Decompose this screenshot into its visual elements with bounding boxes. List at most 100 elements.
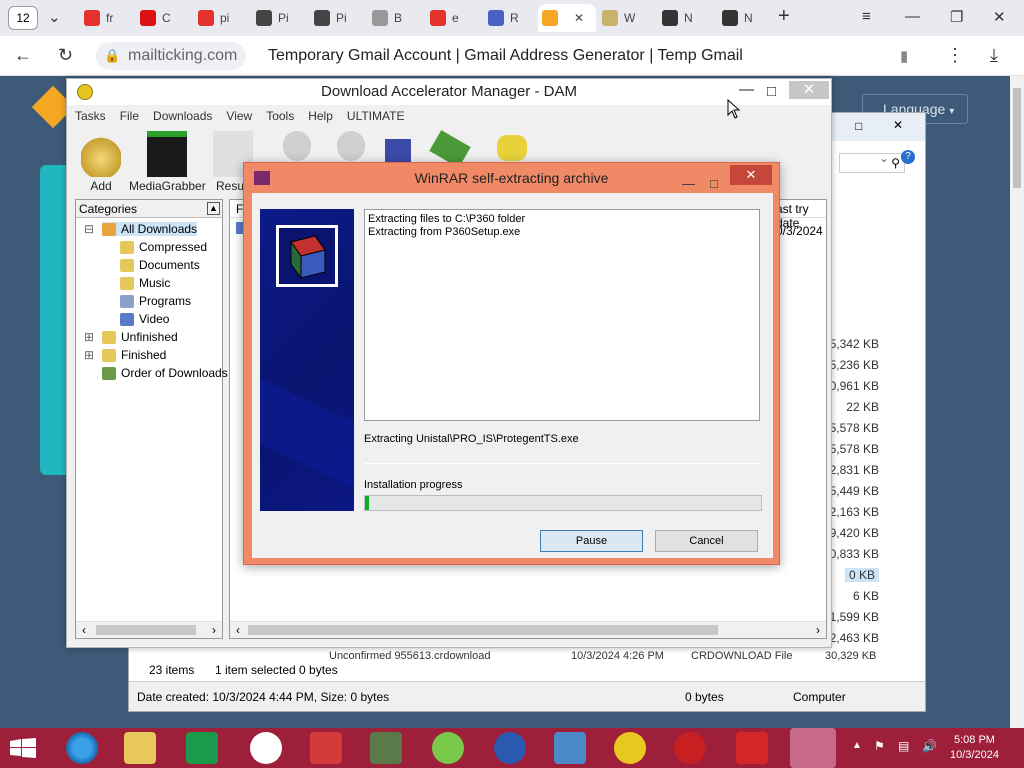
restore-icon[interactable]: ❐ bbox=[950, 8, 963, 26]
ultimate-icon[interactable] bbox=[497, 135, 527, 161]
store-icon[interactable] bbox=[186, 732, 218, 764]
winrar-logo-icon bbox=[276, 225, 338, 287]
list-scroll-right-icon[interactable]: › bbox=[816, 623, 820, 637]
winrar-taskbar-icon[interactable] bbox=[790, 728, 836, 768]
menu-item-ultimate[interactable]: ULTIMATE bbox=[347, 109, 405, 127]
pause-button[interactable]: Pause bbox=[540, 530, 643, 552]
browser-tab[interactable]: pi bbox=[194, 4, 246, 32]
tab-count-button[interactable]: 12 bbox=[8, 6, 38, 30]
menu-item-downloads[interactable]: Downloads bbox=[153, 109, 212, 127]
chevron-down-icon[interactable]: ⌄ bbox=[879, 151, 889, 165]
control-panel-icon[interactable] bbox=[554, 732, 586, 764]
network-icon[interactable]: ▤ bbox=[898, 739, 909, 768]
explorer-close-icon[interactable]: ✕ bbox=[893, 118, 903, 132]
browser-tab[interactable]: ✕ bbox=[538, 4, 596, 32]
ccleaner-icon[interactable] bbox=[736, 732, 768, 764]
clock[interactable]: 5:08 PM 10/3/2024 bbox=[950, 733, 999, 763]
explorer-search-box[interactable]: ⚲ bbox=[839, 153, 905, 173]
globe-app-icon[interactable] bbox=[494, 732, 526, 764]
reload-icon[interactable]: ↻ bbox=[58, 45, 73, 66]
download-icon[interactable]: ⤓ bbox=[990, 45, 998, 66]
list-scroll-left-icon[interactable]: ‹ bbox=[236, 623, 240, 637]
categories-header: Categories ▲ bbox=[76, 200, 222, 218]
mediagrabber-button[interactable]: MediaGrabber bbox=[129, 131, 206, 193]
list-scrollbar[interactable]: ‹ › bbox=[230, 621, 826, 638]
back-icon[interactable]: ← bbox=[14, 45, 32, 66]
menu-icon[interactable]: ≡ bbox=[862, 8, 871, 25]
category-item[interactable]: Compressed bbox=[120, 240, 207, 254]
category-item[interactable]: Video bbox=[120, 312, 169, 326]
scroll-left-icon[interactable]: ‹ bbox=[82, 623, 86, 637]
browser-tab[interactable]: C bbox=[136, 4, 188, 32]
winrar-close-icon[interactable]: ✕ bbox=[730, 165, 772, 185]
dam-minimize-icon[interactable]: — bbox=[739, 77, 754, 103]
menu-item-help[interactable]: Help bbox=[308, 109, 333, 127]
current-file-label: Extracting Unistal\PRO_IS\ProtegentTS.ex… bbox=[364, 433, 579, 445]
tab-label: e bbox=[452, 11, 459, 25]
more-options-icon[interactable]: ⋮ bbox=[946, 45, 964, 66]
category-item[interactable]: Music bbox=[120, 276, 170, 290]
schedule-icon[interactable] bbox=[385, 139, 411, 163]
cancel-button[interactable]: Cancel bbox=[655, 530, 758, 552]
browser-tab[interactable]: fr bbox=[80, 4, 132, 32]
add-button[interactable]: Add bbox=[79, 131, 123, 193]
browser-tab[interactable]: N bbox=[718, 4, 770, 32]
green-app-icon[interactable] bbox=[432, 732, 464, 764]
user-app-icon[interactable] bbox=[370, 732, 402, 764]
help-icon[interactable]: ? bbox=[901, 150, 915, 164]
tree-expander-icon[interactable]: ⊞ bbox=[84, 348, 94, 362]
category-item[interactable]: Documents bbox=[120, 258, 200, 272]
tabs-dropdown-icon[interactable]: ⌄ bbox=[48, 8, 61, 26]
dam-maximize-icon[interactable]: □ bbox=[767, 79, 776, 105]
ie-icon[interactable] bbox=[66, 732, 98, 764]
file-explorer-icon[interactable] bbox=[124, 732, 156, 764]
collapse-icon[interactable]: ▲ bbox=[207, 202, 220, 215]
tray-expand-icon[interactable]: ▲ bbox=[852, 740, 862, 768]
opera-app-icon[interactable] bbox=[674, 732, 706, 764]
minimize-icon[interactable]: — bbox=[905, 8, 920, 25]
category-icon bbox=[120, 312, 134, 326]
category-item[interactable]: Order of Downloads bbox=[102, 366, 228, 380]
browser-tab[interactable]: Pi bbox=[252, 4, 304, 32]
yandex-browser-icon[interactable] bbox=[250, 732, 282, 764]
category-item[interactable]: Programs bbox=[120, 294, 191, 308]
category-item[interactable]: All Downloads bbox=[102, 222, 198, 236]
tree-expander-icon[interactable]: ⊞ bbox=[84, 330, 94, 344]
volume-icon[interactable]: 🔊 bbox=[922, 739, 937, 768]
scroll-right-icon[interactable]: › bbox=[212, 623, 216, 637]
browser-tab[interactable]: R bbox=[484, 4, 536, 32]
browser-tab[interactable]: Pi bbox=[310, 4, 362, 32]
tab-favicon-icon bbox=[722, 10, 738, 26]
menu-item-view[interactable]: View bbox=[226, 109, 252, 127]
resume-button[interactable]: Resu bbox=[213, 131, 253, 193]
menu-item-tasks[interactable]: Tasks bbox=[75, 109, 106, 127]
category-icon bbox=[120, 258, 134, 272]
categories-scrollbar[interactable]: ‹ › bbox=[76, 621, 222, 638]
app-red-icon[interactable] bbox=[310, 732, 342, 764]
explorer-maximize-icon[interactable]: □ bbox=[855, 119, 862, 133]
extraction-log[interactable]: Extracting files to C:\P360 folder Extra… bbox=[364, 209, 760, 421]
browser-tab[interactable]: N bbox=[658, 4, 710, 32]
new-tab-icon[interactable]: + bbox=[778, 5, 790, 28]
tab-close-icon[interactable]: ✕ bbox=[574, 11, 584, 25]
stop-icon[interactable] bbox=[283, 131, 311, 161]
menu-item-tools[interactable]: Tools bbox=[266, 109, 294, 127]
start-button[interactable] bbox=[10, 738, 36, 758]
url-domain[interactable]: mailticking.com bbox=[128, 47, 237, 65]
tree-expander-icon[interactable]: ⊟ bbox=[84, 222, 94, 236]
browser-tab[interactable]: W bbox=[598, 4, 650, 32]
menu-item-file[interactable]: File bbox=[120, 109, 139, 127]
stop-all-icon[interactable] bbox=[337, 131, 365, 161]
close-icon[interactable]: ✕ bbox=[993, 8, 1006, 26]
flag-icon[interactable]: ⚑ bbox=[874, 739, 885, 768]
browser-tab[interactable]: B bbox=[368, 4, 420, 32]
page-scrollbar[interactable] bbox=[1010, 76, 1024, 728]
dam-taskbar-icon[interactable] bbox=[614, 732, 646, 764]
browser-tab[interactable]: e bbox=[426, 4, 478, 32]
category-icon bbox=[102, 366, 116, 380]
tab-label: fr bbox=[106, 11, 114, 25]
category-item[interactable]: Unfinished bbox=[102, 330, 178, 344]
category-item[interactable]: Finished bbox=[102, 348, 166, 362]
dam-close-icon[interactable]: ✕ bbox=[789, 81, 829, 99]
bookmark-icon[interactable]: ▮ bbox=[900, 47, 908, 65]
